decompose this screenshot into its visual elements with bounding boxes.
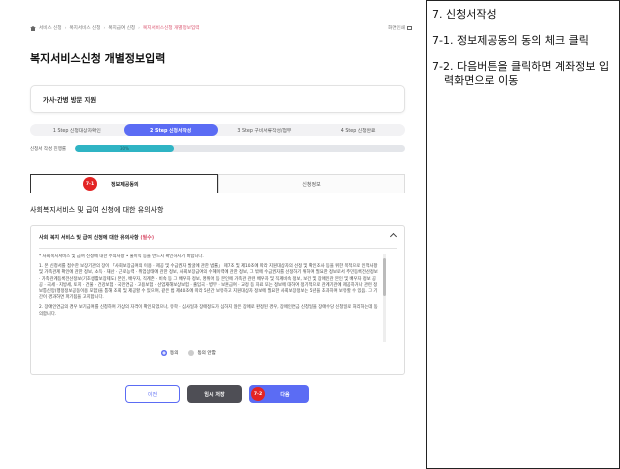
section-title: 사회복지서비스 및 급여 신청에 대한 유의사항 <box>30 206 164 214</box>
button-group: 이전 임시 저장 다음 7-2 <box>125 385 345 403</box>
breadcrumb-current: 복지서비스신청 개별정보입력 <box>143 26 200 31</box>
home-icon[interactable] <box>30 25 36 31</box>
breadcrumb-separator: › <box>64 25 67 31</box>
prev-button[interactable]: 이전 <box>125 385 180 403</box>
breadcrumb-separator: › <box>138 25 140 31</box>
printer-icon <box>407 26 412 30</box>
terms-paragraph: * 사회복지서비스 및 급여 신청에 대한 주의사항 • 불이익 등을 반드시 … <box>39 254 204 259</box>
instruction-panel: 7. 신청서작성 7-1. 정보제공동의 동의 체크 클릭 7-2. 다음버튼을… <box>432 8 616 100</box>
chevron-up-icon[interactable] <box>389 232 398 241</box>
column-divider <box>426 0 427 469</box>
step-2-active: 2 Step 신청서작성 <box>123 124 218 136</box>
tab-consent-label: 정보제공동의 <box>111 182 139 188</box>
agree-label: 동의 <box>170 351 179 356</box>
breadcrumb: 서비스 신청 › 복지서비스 신청 › 복지급여 신청 › 복지서비스신청 개별… <box>30 25 199 31</box>
tab-application-info[interactable]: 신청정보 <box>218 174 405 193</box>
disagree-label: 동의 안함 <box>197 351 216 356</box>
scrollbar-thumb[interactable] <box>383 258 386 296</box>
progress-fill: 30% <box>75 145 174 152</box>
instruction-title: 7. 신청서작성 <box>432 8 497 21</box>
service-card: 가사·간병 방문 지원 <box>30 85 405 113</box>
disagree-radio[interactable]: 동의 안함 <box>188 350 216 356</box>
print-label: 화면인쇄 <box>388 26 405 31</box>
instruction-item: 7-1. 정보제공동의 동의 체크 클릭 <box>432 34 589 47</box>
temp-save-button[interactable]: 임시 저장 <box>187 385 242 403</box>
step-badge-7-1: 7-1 <box>83 177 97 191</box>
required-tag: (필수) <box>140 235 155 241</box>
terms-paragraph: 2. 장애인연금의 경우 보기급여를 신청하여 가상의 자격이 확인되었으나, … <box>39 305 378 317</box>
print-button[interactable]: 화면인쇄 <box>388 25 412 31</box>
step-1: 1 Step 신청대상자확인 <box>52 128 101 134</box>
progress-label: 신청서 작성 진행률 <box>30 147 66 152</box>
breadcrumb-item[interactable]: 복지급여 신청 <box>108 25 135 31</box>
notice-heading[interactable]: 사회 복지 서비스 및 급여 신청에 대한 유의사항 (필수) <box>39 234 154 241</box>
breadcrumb-item[interactable]: 복지서비스 신청 <box>69 25 100 31</box>
breadcrumb-item[interactable]: 서비스 신청 <box>39 25 62 31</box>
consent-options: 동의 동의 안함 <box>161 350 216 356</box>
divider <box>39 248 397 249</box>
step-4: 4 Step 신청완료 <box>340 128 376 134</box>
service-name: 가사·간병 방문 지원 <box>43 97 97 104</box>
instruction-item: 7-2. 다음버튼을 클릭하면 계좌정보 입력화면으로 이동 <box>432 60 610 87</box>
tab-application-info-label: 신청정보 <box>302 181 321 188</box>
tab-consent[interactable]: 7-1 정보제공동의 <box>30 174 218 193</box>
step-indicator: 1 Step 신청대상자확인 2 Step 신청서작성 3 Step 구비서류작… <box>30 124 405 136</box>
notice-heading-text: 사회 복지 서비스 및 급여 신청에 대한 유의사항 <box>39 235 139 241</box>
step-badge-7-2: 7-2 <box>251 387 265 401</box>
radio-unchecked-icon <box>188 350 195 356</box>
tab-bar: 7-1 정보제공동의 신청정보 <box>30 174 405 193</box>
step-3: 3 Step 구비서류작성/첨부 <box>237 128 292 134</box>
radio-checked-icon <box>161 350 167 356</box>
scrollbar[interactable] <box>383 254 386 342</box>
breadcrumb-separator: › <box>103 25 106 31</box>
page-title: 복지서비스신청 개별정보입력 <box>30 52 166 65</box>
notice-accordion: 사회 복지 서비스 및 급여 신청에 대한 유의사항 (필수) * 사회복지서비… <box>30 225 405 375</box>
top-bar: 서비스 신청 › 복지서비스 신청 › 복지급여 신청 › 복지서비스신청 개별… <box>30 25 414 35</box>
terms-text: * 사회복지서비스 및 급여 신청에 대한 주의사항 • 불이익 등을 반드시 … <box>39 254 379 342</box>
screenshot-panel: 서비스 신청 › 복지서비스 신청 › 복지급여 신청 › 복지서비스신청 개별… <box>0 0 426 469</box>
progress-value: 30% <box>120 146 129 151</box>
terms-paragraph: 1. 본 신청서를 접수한 보장기관의 장이 「사회보장급여의 이용 · 제공 … <box>39 264 378 301</box>
agree-radio[interactable]: 동의 <box>161 350 178 356</box>
progress-bar: 30% <box>75 145 405 152</box>
next-label: 다음 <box>280 391 290 398</box>
